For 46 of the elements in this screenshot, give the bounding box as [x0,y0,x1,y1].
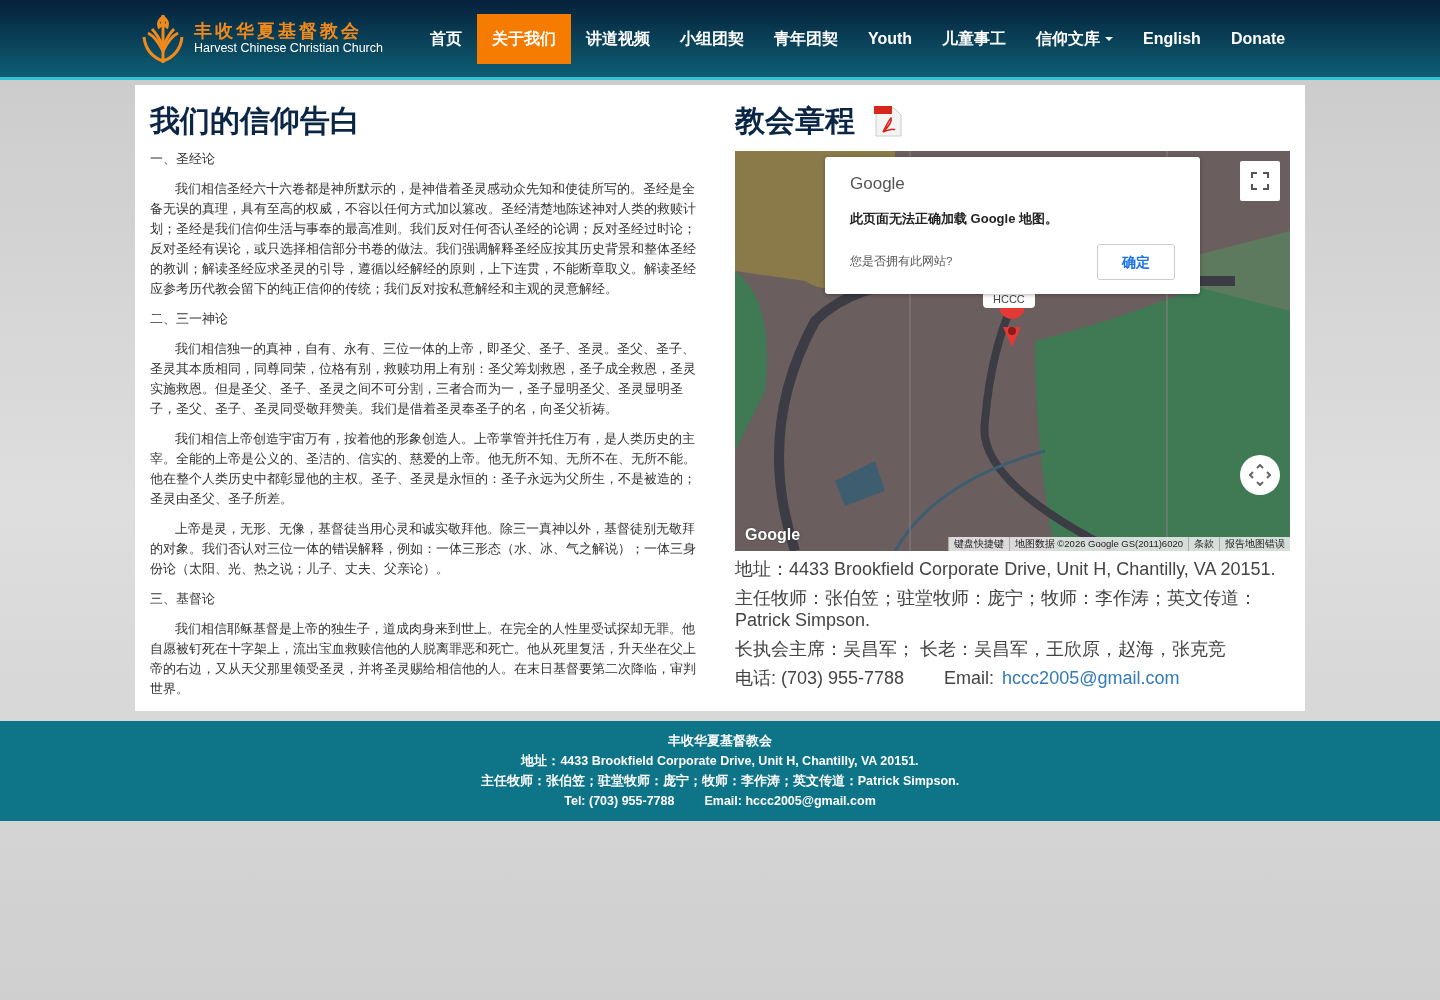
paragraph: 我们相信圣经六十六卷都是神所默示的，是神借着圣灵感动众先知和使徒所写的。圣经是全备无误的真理，具有至高的权威，不容以任何方式加以篡改。圣经清楚地陈述神对人类的救赎计划；圣经是我们信仰生活与事奉的最高准则。我们反对任何否认圣经的论调；反对圣经过时论；反对圣经有误论，或只选择相信部分书卷的做法。我们强调解释圣经应按其历史背景和整体圣经的教训；解读圣经应求圣灵的引导，遵循以经解经的原则，上下连贯，不能断章取义。解读圣经应参考历代教会留下的纯正信仰的传统；我们反对按私意解经和主观的灵意解经。 [150,181,697,298]
arrows-icon [1249,464,1271,486]
section-heading: 三、基督论 [150,590,216,608]
church-name-english: Harvest Chinese Christian Church [194,41,383,56]
section-heading: 二、三一神论 [150,310,229,328]
footer-pastors: 主任牧师：张伯笠；驻堂牧师：庞宁；牧师：李作涛；英文传道：Patrick Simpson. [479,772,961,790]
page-title: 教会章程 [735,103,855,139]
footer-address: 地址：4433 Brookfield Corporate Drive, Unit H, Chantilly, VA 20151. [519,753,920,770]
attribution-link[interactable]: 地图数据 ©2026 Google GS(2011)6020 [1008,536,1188,551]
email-label: Email: [944,667,995,689]
nav-link[interactable]: 信仰文库 [1021,13,1129,64]
phone-text: 电话: (703) 955-7788 [735,667,905,689]
nav-link[interactable]: 青年团契 [758,13,853,64]
attribution-link[interactable]: 报告地图错误 [1219,536,1290,551]
paragraph: 我们相信耶稣基督是上帝的独生子，道成肉身来到世上。在完全的人性里受试探却无罪。他自愿被钉死在十字架上，流出宝血救赎信他的人脱离罪恶和死亡。他从死里复活，升天坐在父上帝的右边，又从天父那里领受圣灵，并将圣灵赐给相信他的人。在末日基督要第二次降临，审判世界。 [150,621,697,698]
nav-link[interactable]: 讲道视频 [570,13,665,64]
fullscreen-icon [1250,171,1270,192]
nav-link[interactable]: Donate [1215,13,1301,64]
pdf-icon [871,104,905,138]
paragraph: 上帝是灵，无形、无像，基督徒当用心灵和诚实敬拜他。除三一真神以外，基督徒别无敬拜的对象。我们否认对三位一体的错误解释，例如：一体三形态（水、冰、气之解说）；一体三身份论（太阳、光、热之说；儿子、丈夫、父亲论）。 [150,521,697,578]
owner-question: 您是否拥有此网站? [850,254,953,270]
footer-phone: Tel: (703) 955-7788 [564,793,675,810]
attribution-link[interactable]: 条款 [1188,536,1219,551]
fullscreen-button[interactable] [1240,161,1280,201]
ok-button[interactable]: 确定 [1097,244,1175,280]
pastors-text: 主任牧师：张伯笠；驻堂牧师：庞宁；牧师：李作涛；英文传道：Patrick Simpson. [735,587,1258,631]
email-link[interactable]: hccc2005@gmail.com [1002,667,1180,689]
nav-link[interactable]: English [1128,13,1216,64]
nav-link[interactable]: 小组团契 [664,13,759,64]
attribution-link[interactable]: 键盘快捷键 [947,536,1009,551]
error-message: 此页面无法正确加载 Google 地图。 [850,209,1059,228]
google-logo: Google [850,173,906,195]
page-title: 我们的信仰告白 [150,103,361,139]
nav-link[interactable]: Youth [852,13,928,64]
paragraph: 我们相信独一的真神，自有、永有、三位一体的上帝，即圣父、圣子、圣灵。圣父、圣子、圣灵其本质相同，同尊同荣，位格有别，救赎功用上有别：圣父筹划救恩，圣子成全救恩，圣灵实施救恩。但是圣父、圣子、圣灵之间不可分割，三者合而为一，圣子显明圣父、圣灵显明圣子，圣父、圣子、圣灵同受敬拜赞美。我们是借着圣灵奉圣子的名，向圣父祈祷。 [150,341,697,418]
nav-link[interactable]: 首页 [414,13,477,64]
church-name: 丰收华夏基督教会 [194,21,363,42]
footer-email: Email: hccc2005@gmail.com [704,793,876,810]
pdf-link[interactable] [871,104,905,138]
nav-link[interactable]: 儿童事工 [927,13,1022,64]
elders-text: 长执会主席：吴昌军； 长老：吴昌军，王欣原，赵海，张克竞 [735,638,1227,660]
footer-church-name: 丰收华夏基督教会 [667,733,773,750]
address-text: 地址：4433 Brookfield Corporate Drive, Unit H, Chantilly, VA 20151. [735,558,1277,580]
paragraph: 我们相信上帝创造宇宙万有，按着他的形象创造人。上帝掌管并托住万有，是人类历史的主宰。全能的上帝是公义的、圣洁的、信实的、慈爱的上帝。他无所不知、无所不在、无所不能。他在整个人类历史中都彰显他的主权。圣子、圣灵是永恒的：圣子永远为父所生，不是被造的；圣灵由圣父、圣子所差。 [150,431,697,508]
section-heading: 一、圣经论 [150,150,216,168]
google-logo: Google [745,525,801,545]
